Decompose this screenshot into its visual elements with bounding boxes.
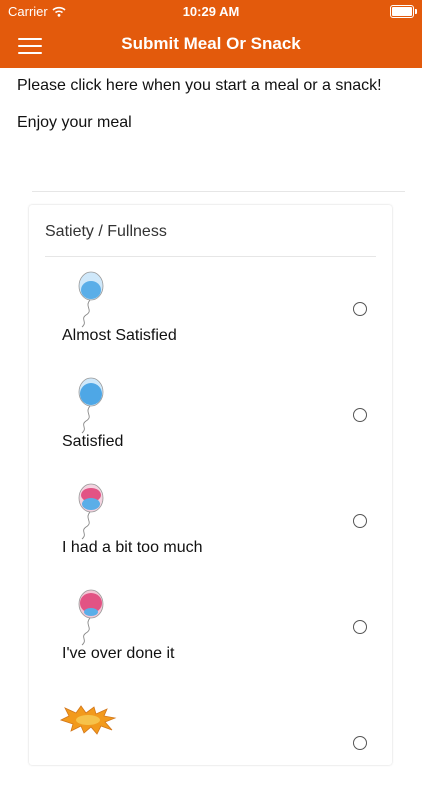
blue-balloon-icon bbox=[78, 377, 104, 434]
pink-balloon-icon bbox=[78, 589, 104, 646]
nav-bar: Submit Meal Or Snack bbox=[0, 22, 422, 68]
start-meal-prompt[interactable]: Please click here when you start a meal … bbox=[17, 76, 382, 96]
radio-button[interactable] bbox=[353, 302, 367, 316]
card-divider bbox=[45, 256, 376, 257]
option-burst[interactable] bbox=[29, 703, 392, 807]
page-title: Submit Meal Or Snack bbox=[121, 34, 301, 53]
radio-button[interactable] bbox=[353, 620, 367, 634]
enjoy-meal-text: Enjoy your meal bbox=[17, 114, 132, 131]
card-title: Satiety / Fullness bbox=[45, 223, 167, 240]
option-label: I had a bit too much bbox=[62, 539, 203, 556]
status-time: 10:29 AM bbox=[182, 4, 240, 19]
radio-button[interactable] bbox=[353, 736, 367, 750]
radio-button[interactable] bbox=[353, 514, 367, 528]
option-label: I've over done it bbox=[62, 645, 175, 662]
radio-button[interactable] bbox=[353, 408, 367, 422]
satiety-card: Satiety / Fullness Almost Satisfied Sati… bbox=[29, 205, 392, 765]
option-almost-satisfied[interactable]: Almost Satisfied bbox=[29, 269, 392, 373]
battery-icon bbox=[390, 5, 417, 18]
option-satisfied[interactable]: Satisfied bbox=[29, 375, 392, 479]
status-bar: Carrier 10:29 AM bbox=[0, 0, 422, 22]
blue-balloon-icon bbox=[78, 271, 104, 328]
divider bbox=[32, 191, 405, 192]
option-label: Almost Satisfied bbox=[62, 327, 177, 344]
app-header: Carrier 10:29 AM Submit Meal Or Snack bbox=[0, 0, 422, 68]
pink-blue-balloon-icon bbox=[78, 483, 104, 540]
option-over-done-it[interactable]: I've over done it bbox=[29, 587, 392, 691]
option-label: Satisfied bbox=[62, 433, 124, 450]
boom-burst-icon bbox=[59, 705, 117, 735]
option-bit-too-much[interactable]: I had a bit too much bbox=[29, 481, 392, 585]
